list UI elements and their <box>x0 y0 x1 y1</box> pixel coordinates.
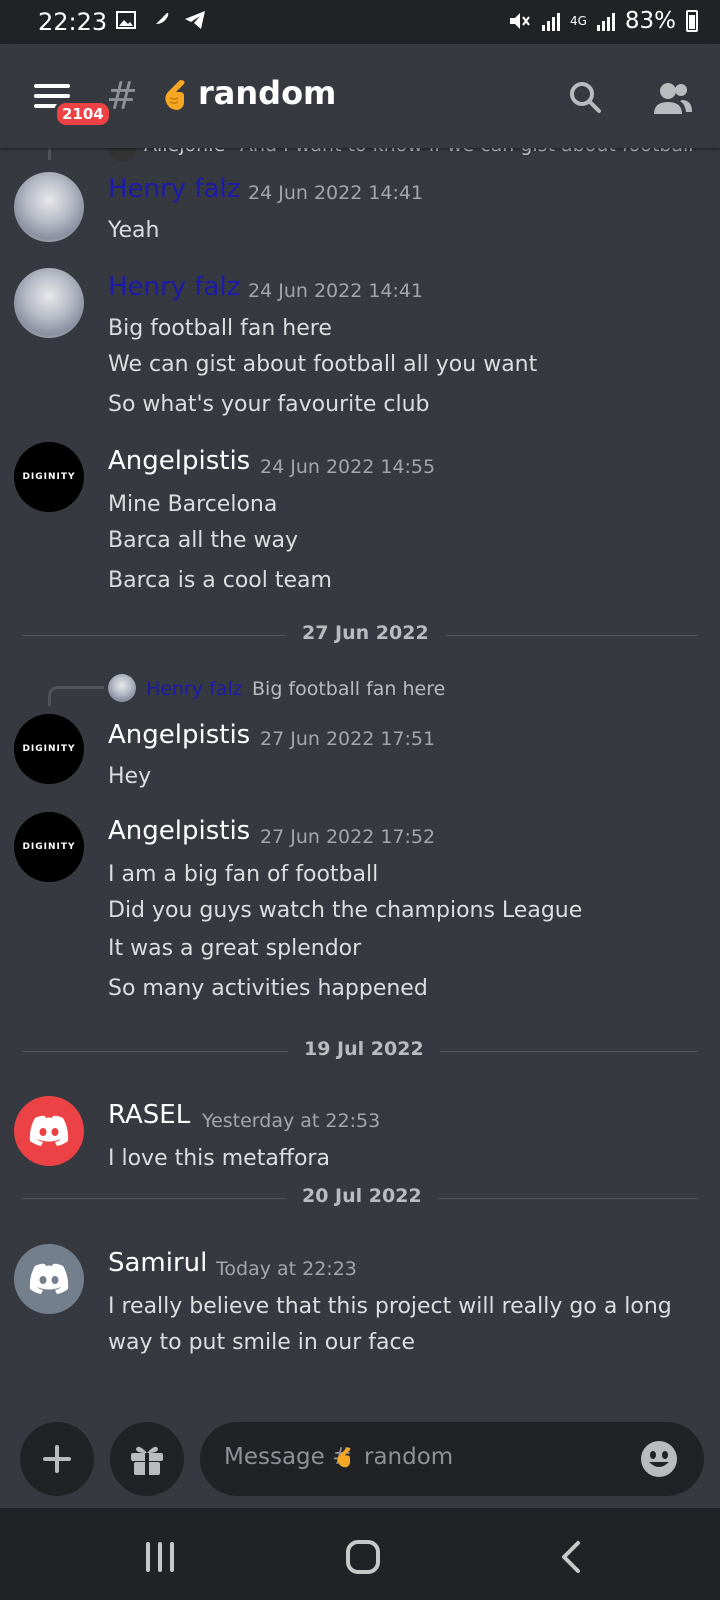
battery-percent: 83% <box>624 8 676 34</box>
message-line: Mine Barcelona <box>108 492 278 517</box>
avatar[interactable] <box>14 1096 84 1166</box>
message-author[interactable]: Henry falz <box>108 174 240 204</box>
date-divider-label: 19 Jul 2022 <box>288 1038 440 1060</box>
home-button[interactable] <box>346 1540 380 1574</box>
signal-icon <box>541 11 560 31</box>
message-placeholder-prefix: Message # <box>224 1444 352 1470</box>
message-line: Yeah <box>108 218 160 243</box>
message-line: We can gist about football all you want <box>108 352 538 377</box>
unread-badge: 2104 <box>54 100 112 128</box>
status-bar: 22:23 4G 83% <box>0 0 720 44</box>
status-time: 22:23 <box>38 8 108 36</box>
reply-connector <box>48 686 104 706</box>
discord-logo-icon <box>29 1115 69 1146</box>
system-icons: 4G 83% <box>508 8 698 34</box>
message-line: Did you guys watch the champions League <box>108 898 583 923</box>
message-placeholder-channel: random <box>364 1444 454 1470</box>
message-author[interactable]: Angelpistis <box>108 720 250 750</box>
plus-icon <box>43 1445 71 1473</box>
avatar[interactable]: DIGINITY <box>14 812 84 882</box>
avatar[interactable] <box>14 1244 84 1314</box>
message-list[interactable]: Allejonie And I want to know if we can g… <box>0 148 720 1420</box>
message-author[interactable]: RASEL <box>108 1100 190 1130</box>
channel-header: 2104 # random <box>0 44 720 148</box>
avatar[interactable] <box>14 268 84 338</box>
pointing-hand-emoji <box>337 1447 351 1468</box>
back-button[interactable] <box>556 1540 590 1574</box>
message-line: Hey <box>108 764 152 789</box>
reply-author[interactable]: Henry falz <box>146 678 243 700</box>
message-input[interactable]: Message # random <box>200 1422 704 1496</box>
signal-icon-2 <box>596 11 615 31</box>
message-line: So what's your favourite club <box>108 392 430 417</box>
reply-text: Big football fan here <box>252 678 446 700</box>
message-line: Big football fan here <box>108 316 332 341</box>
message-line: Barca all the way <box>108 528 298 553</box>
message-line: So many activities happened <box>108 976 428 1001</box>
reply-avatar <box>108 148 136 162</box>
message-line: Barca is a cool team <box>108 568 332 593</box>
avatar[interactable]: DIGINITY <box>14 714 84 784</box>
discord-logo-icon <box>29 1263 69 1294</box>
message-author[interactable]: Angelpistis <box>108 446 250 476</box>
feather-icon <box>152 12 169 28</box>
battery-icon <box>686 10 698 32</box>
reply-text: And I want to know if we can gist about … <box>240 148 694 156</box>
message-line: I am a big fan of football <box>108 862 379 887</box>
message-line: I really believe that this project will … <box>108 1294 672 1319</box>
date-divider-label: 20 Jul 2022 <box>286 1185 438 1207</box>
channel-hash-icon: # <box>106 74 138 118</box>
message-timestamp: Yesterday at 22:53 <box>202 1110 381 1132</box>
image-notification-icon <box>116 11 136 29</box>
message-author[interactable]: Samirul <box>108 1248 207 1278</box>
avatar-text: DIGINITY <box>22 472 76 482</box>
system-nav-bar <box>0 1508 720 1600</box>
mute-icon <box>509 13 530 29</box>
reply-author[interactable]: Allejonie <box>144 148 225 156</box>
search-icon[interactable] <box>568 80 602 114</box>
reply-connector <box>48 148 104 160</box>
avatar-text: DIGINITY <box>22 744 76 754</box>
pointing-hand-emoji <box>165 80 185 110</box>
message-line: I love this metaffora <box>108 1146 330 1171</box>
message-timestamp: Today at 22:23 <box>216 1258 357 1280</box>
notification-icons <box>116 10 206 30</box>
message-timestamp: 27 Jun 2022 17:51 <box>260 728 436 750</box>
telegram-icon <box>185 11 205 29</box>
avatar[interactable]: DIGINITY <box>14 442 84 512</box>
gift-icon <box>131 1446 163 1475</box>
recent-apps-button[interactable] <box>146 1542 174 1572</box>
message-author[interactable]: Angelpistis <box>108 816 250 846</box>
avatar[interactable] <box>14 172 84 242</box>
members-icon[interactable] <box>652 80 694 116</box>
message-timestamp: 27 Jun 2022 17:52 <box>260 826 436 848</box>
network-type: 4G <box>569 14 587 28</box>
message-line: It was a great splendor <box>108 936 362 961</box>
message-timestamp: 24 Jun 2022 14:41 <box>248 182 424 204</box>
message-timestamp: 24 Jun 2022 14:41 <box>248 280 424 302</box>
message-line: way to put smile in our face <box>108 1330 416 1355</box>
reply-avatar <box>108 674 136 702</box>
avatar-text: DIGINITY <box>22 842 76 852</box>
emoji-picker-icon[interactable] <box>640 1440 678 1478</box>
gift-button[interactable] <box>110 1422 184 1496</box>
channel-name: random <box>198 74 337 112</box>
message-timestamp: 24 Jun 2022 14:55 <box>260 456 436 478</box>
message-author[interactable]: Henry falz <box>108 272 240 302</box>
date-divider-label: 27 Jun 2022 <box>286 622 445 644</box>
add-attachment-button[interactable] <box>20 1422 94 1496</box>
